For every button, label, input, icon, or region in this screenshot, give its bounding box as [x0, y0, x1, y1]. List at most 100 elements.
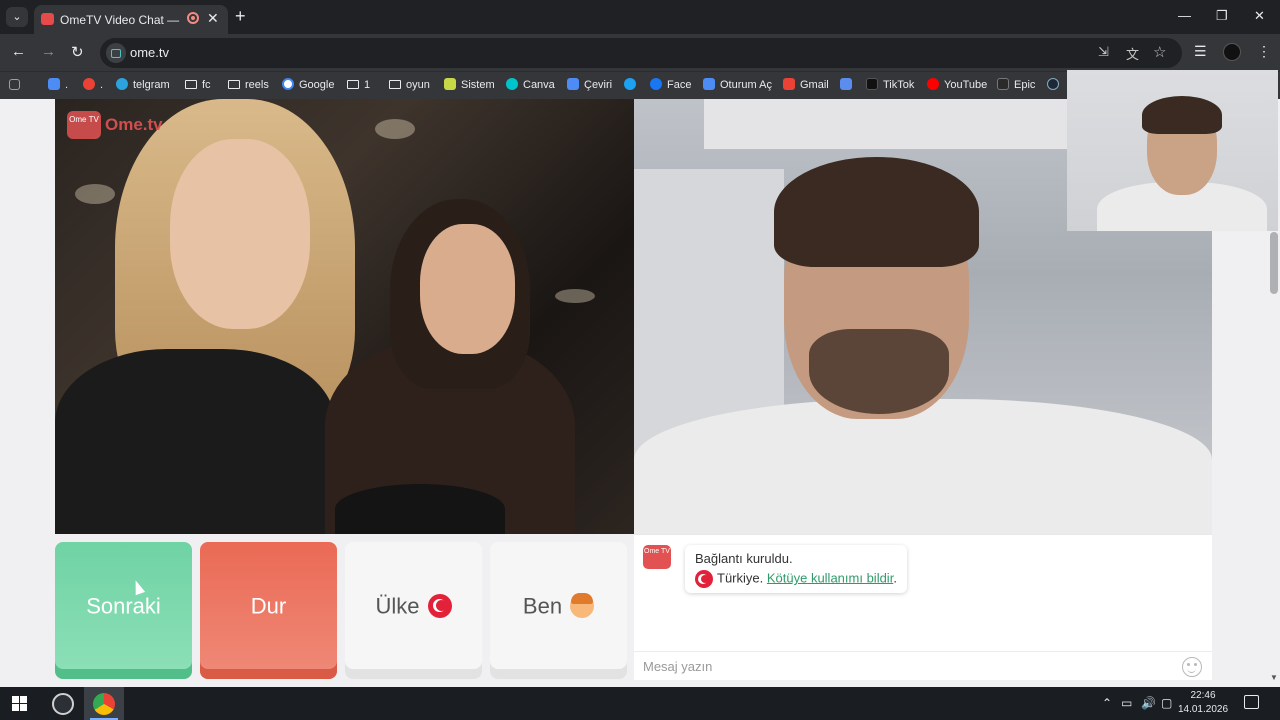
network-icon[interactable]: ▢	[1161, 696, 1172, 710]
self-preview-pip[interactable]	[1067, 70, 1278, 231]
bookmark-item[interactable]: Sistem	[444, 77, 495, 95]
tray-chevron-icon[interactable]: ⌃	[1102, 696, 1112, 710]
bookmark-item[interactable]: .	[48, 77, 68, 95]
tab-title: OmeTV Video Chat — Ome	[60, 13, 180, 27]
folder-icon	[347, 80, 359, 89]
bookmark-item[interactable]	[840, 77, 857, 95]
bookmark-item[interactable]: Epic	[997, 77, 1035, 95]
bookmark-item[interactable]: TikTok	[866, 77, 914, 95]
bookmark-item[interactable]	[1047, 77, 1064, 95]
stranger-video: Ome TV Ome.tv	[55, 99, 634, 534]
screenshot-icon	[48, 78, 60, 90]
media-control-icon[interactable]: ☰	[1194, 43, 1207, 60]
ceiling-light	[555, 289, 595, 303]
self-shirt	[634, 399, 1212, 534]
forward-button[interactable]: →	[41, 43, 56, 60]
volume-icon[interactable]: 🔊	[1141, 696, 1156, 710]
self-beard	[809, 329, 949, 414]
windows-taskbar: ⌃ ▭ 🔊 ▢ 22:46 14.01.2026	[0, 687, 1280, 720]
bookmark-star-icon[interactable]: ☆	[1153, 43, 1166, 61]
message-input[interactable]: Mesaj yazın	[643, 659, 1163, 677]
folder-icon	[389, 80, 401, 89]
person-1-jacket	[55, 349, 335, 534]
bookmark-folder[interactable]: 1	[347, 77, 370, 95]
bookmark-item[interactable]: YouTube	[927, 77, 987, 95]
browser-tab-active[interactable]: OmeTV Video Chat — Ome ✕	[34, 5, 228, 34]
bookmark-item[interactable]: Gmail	[783, 77, 829, 95]
ometv-chat-logo-icon: Ome TV	[643, 545, 671, 569]
report-abuse-link[interactable]: Kötüye kullanımı bildir	[767, 570, 893, 585]
screen-recorder-icon[interactable]	[52, 693, 74, 715]
bookmark-item[interactable]: telgram	[116, 77, 170, 95]
canva-icon	[506, 78, 518, 90]
bookmark-item[interactable]: .	[83, 77, 103, 95]
youtube-icon	[927, 78, 939, 90]
taskbar-clock[interactable]: 22:46 14.01.2026	[1176, 689, 1230, 717]
tiktok-icon	[866, 78, 878, 90]
system-message: Bağlantı kuruldu. Türkiye. Kötüye kullan…	[685, 545, 907, 593]
bookmark-folder[interactable]: fc	[185, 77, 211, 95]
bookmark-item[interactable]: Google	[282, 77, 334, 95]
bookmark-item[interactable]: Canva	[506, 77, 555, 95]
tab-close-button[interactable]: ✕	[207, 10, 219, 27]
country-line: Türkiye. Kötüye kullanımı bildir.	[695, 570, 897, 588]
twitter-icon	[624, 78, 636, 90]
login-icon	[703, 78, 715, 90]
scrollbar-thumb[interactable]	[1270, 232, 1278, 294]
install-app-icon[interactable]: ⇲	[1098, 44, 1109, 60]
maximize-button[interactable]: ❐	[1216, 8, 1228, 24]
translate-icon[interactable]: 文	[1126, 44, 1139, 63]
stop-button[interactable]: Dur	[200, 542, 337, 679]
bookmark-item[interactable]	[624, 77, 641, 95]
connection-status-text: Bağlantı kuruldu.	[695, 551, 793, 566]
report-period: .	[893, 570, 897, 586]
next-button[interactable]: Sonraki	[55, 542, 192, 679]
browser-toolbar: ← → ↻ ome.tv ⇲ 文 ☆ ☰ ⋮	[0, 34, 1280, 71]
apps-grid-icon	[9, 79, 20, 90]
gender-button-label: Ben	[522, 593, 563, 619]
country-name: Türkiye.	[717, 570, 764, 586]
site-info-icon[interactable]	[106, 43, 126, 63]
bookmark-item[interactable]: Çeviri	[567, 77, 612, 95]
stop-button-label: Dur	[250, 593, 287, 619]
bookmark-item[interactable]	[9, 77, 25, 95]
notification-center-icon[interactable]	[1244, 695, 1259, 709]
country-button-label: Ülke	[375, 593, 420, 619]
close-window-button[interactable]: ✕	[1254, 8, 1265, 24]
address-bar[interactable]: ome.tv ⇲ 文 ☆	[100, 38, 1182, 68]
pip-hair	[1142, 96, 1222, 134]
gender-button[interactable]: Ben	[490, 542, 627, 679]
new-tab-button[interactable]: +	[235, 6, 246, 27]
ometv-favicon-icon	[41, 13, 54, 25]
next-button-label: Sonraki	[86, 593, 161, 619]
back-button[interactable]: ←	[11, 43, 26, 60]
address-url[interactable]: ome.tv	[130, 45, 169, 60]
minimize-button[interactable]: —	[1178, 8, 1191, 23]
ceiling-light	[75, 184, 115, 204]
battery-icon[interactable]: ▭	[1121, 696, 1132, 710]
clock-date: 14.01.2026	[1177, 704, 1229, 715]
steam-icon	[1047, 78, 1059, 90]
clock-time: 22:46	[1190, 690, 1216, 701]
message-input-row: Mesaj yazın	[634, 651, 1212, 681]
country-button[interactable]: Ülke	[345, 542, 482, 679]
chrome-taskbar-icon[interactable]	[93, 693, 115, 715]
bookmark-item[interactable]: Oturum Aç	[703, 77, 772, 95]
windows-start-icon[interactable]	[12, 696, 28, 712]
bookmark-folder[interactable]: reels	[228, 77, 269, 95]
emoji-icon[interactable]	[1182, 657, 1202, 677]
bookmark-item[interactable]: Face	[650, 77, 691, 95]
browser-menu-icon[interactable]: ⋮	[1257, 43, 1271, 60]
gmail-icon	[783, 78, 795, 90]
profile-avatar[interactable]	[1223, 43, 1241, 61]
ometv-logo-text: Ome.tv	[105, 115, 163, 134]
page-scrollbar[interactable]: ▼	[1268, 229, 1280, 687]
telegram-icon	[116, 78, 128, 90]
bookmark-folder[interactable]: oyun	[389, 77, 430, 95]
reload-button[interactable]: ↻	[71, 43, 84, 61]
tab-search-button[interactable]: ⌄	[6, 7, 28, 27]
scroll-down-arrow-icon[interactable]: ▼	[1270, 673, 1278, 682]
bookmark-app-icon	[840, 78, 852, 90]
person-1-face	[170, 139, 310, 329]
google-icon	[282, 78, 294, 90]
